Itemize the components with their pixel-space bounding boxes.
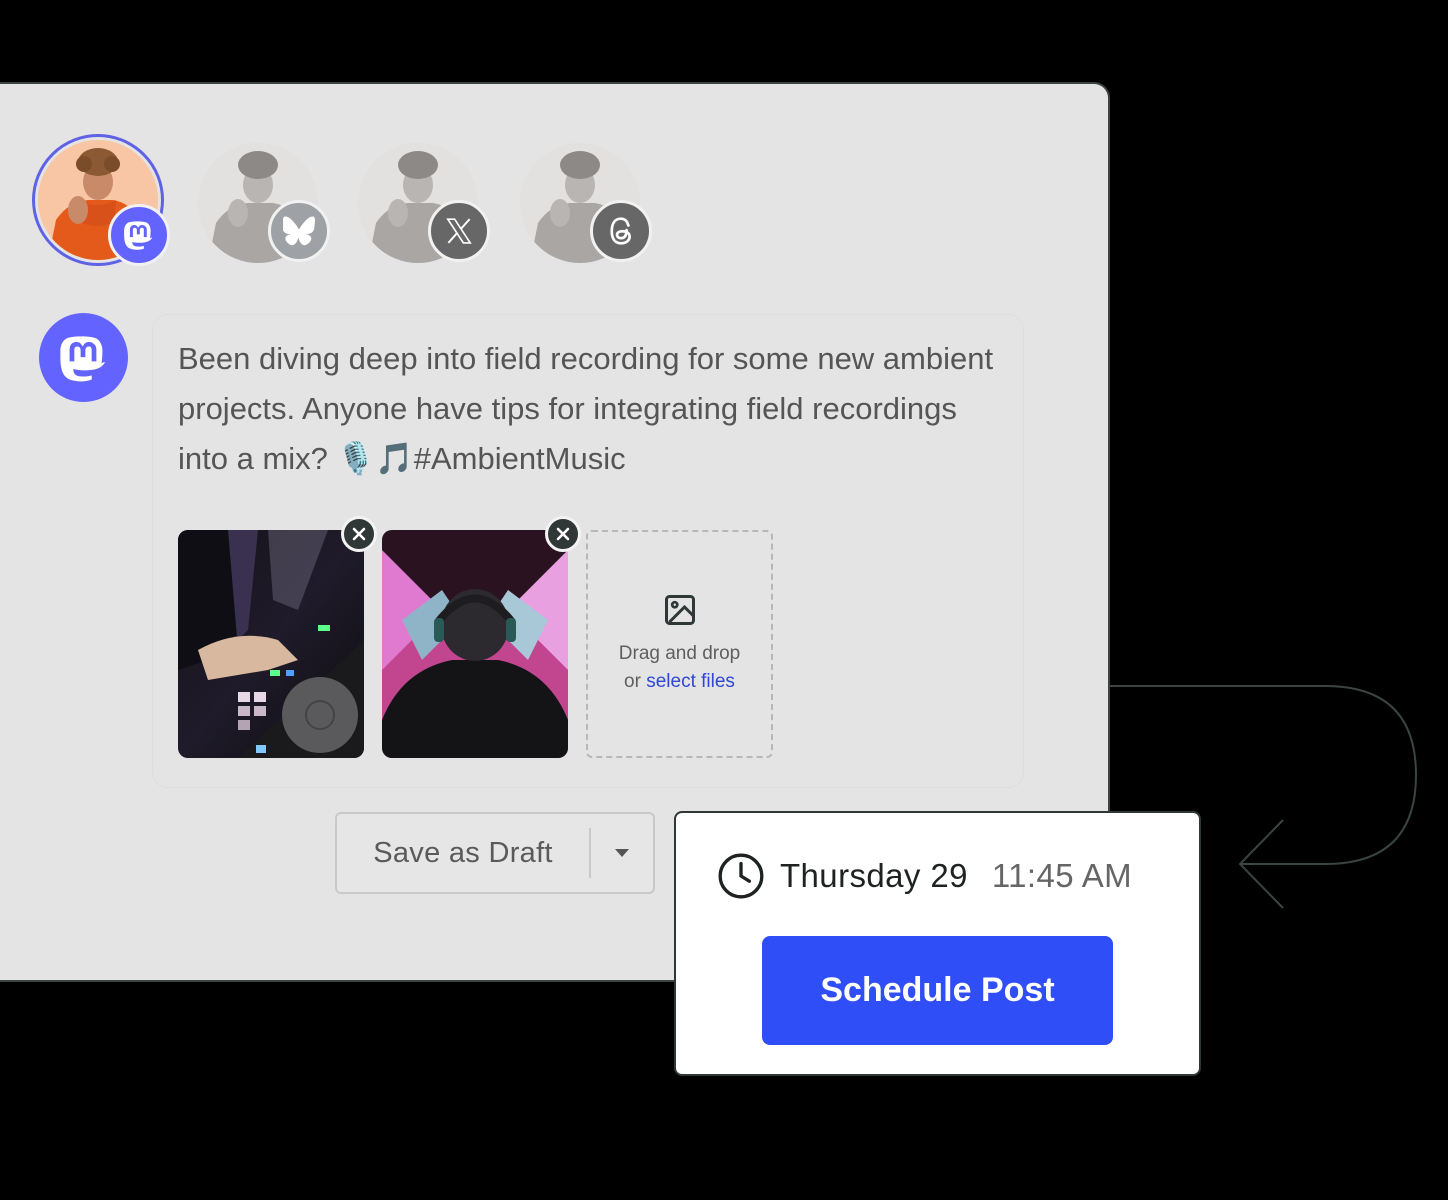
dropzone-text: Drag and drop or select files	[619, 640, 740, 696]
select-files-link[interactable]: select files	[646, 671, 735, 692]
threads-icon	[610, 217, 631, 245]
schedule-post-button[interactable]: Schedule Post	[762, 936, 1113, 1045]
clock-icon	[718, 853, 764, 899]
schedule-datetime[interactable]: Thursday 29 11:45 AM	[716, 851, 1132, 901]
remove-attachment-button[interactable]	[545, 516, 581, 552]
image-icon	[664, 595, 695, 625]
schedule-card: Thursday 29 11:45 AM Schedule Post	[674, 811, 1201, 1076]
remove-attachment-button[interactable]	[341, 516, 377, 552]
mastodon-icon	[124, 221, 153, 250]
post-text-input[interactable]: Been diving deep into field recording fo…	[178, 334, 998, 484]
close-icon	[556, 527, 570, 541]
caret-down-icon	[615, 849, 629, 857]
headphones-neon-photo	[382, 530, 568, 758]
schedule-time: 11:45 AM	[991, 857, 1133, 894]
x-badge	[428, 200, 490, 262]
dropzone-instruction: Drag and drop	[618, 643, 741, 664]
save-draft-button[interactable]: Save as Draft	[337, 837, 589, 870]
account-mastodon[interactable]	[32, 134, 170, 266]
account-x[interactable]	[358, 143, 490, 263]
account-threads[interactable]	[520, 143, 652, 263]
bluesky-badge	[268, 200, 330, 262]
dropzone-or: or	[624, 671, 641, 692]
save-draft-split-button: Save as Draft	[335, 812, 655, 894]
post-network-avatar	[39, 313, 128, 402]
threads-badge	[590, 200, 652, 262]
schedule-day: Thursday 29	[780, 857, 968, 894]
mastodon-icon	[59, 335, 105, 381]
butterfly-icon	[283, 216, 315, 246]
attachment-headphones	[382, 530, 568, 758]
account-bluesky[interactable]	[198, 143, 330, 263]
x-logo-icon	[446, 218, 472, 244]
close-icon	[352, 527, 366, 541]
attachment-dj-controller	[178, 530, 364, 758]
draft-options-dropdown[interactable]	[591, 814, 653, 892]
dj-controller-photo	[178, 530, 364, 758]
file-dropzone[interactable]: Drag and drop or select files	[586, 530, 773, 758]
mastodon-badge	[108, 204, 170, 266]
